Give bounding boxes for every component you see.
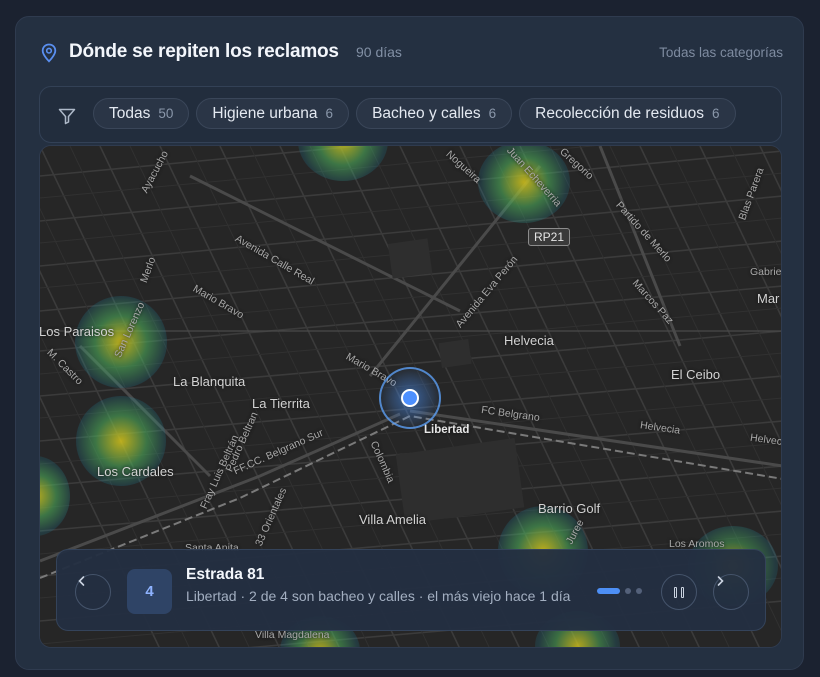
map-label: Los Cardales (97, 464, 174, 479)
pager-dot[interactable] (636, 588, 642, 594)
chip-label: Todas (109, 104, 151, 122)
chip-bacheo-y-calles[interactable]: Bacheo y calles 6 (356, 98, 513, 129)
complaint-count-badge: 4 (127, 569, 172, 614)
pause-button[interactable] (661, 574, 697, 610)
map-label: Villa Amelia (359, 512, 426, 527)
filter-bar: Todas 50 Higiene urbana 6 Bacheo y calle… (39, 86, 782, 143)
next-button[interactable] (713, 574, 749, 610)
chip-label: Recolección de residuos (535, 104, 705, 122)
previous-button[interactable] (75, 574, 111, 610)
map-label: El Ceibo (671, 367, 721, 382)
chip-count: 6 (325, 106, 334, 121)
heatmap-card: Dónde se repiten los reclamos 90 días To… (15, 16, 804, 670)
chip-todas[interactable]: Todas 50 (93, 98, 190, 129)
chip-count: 6 (712, 106, 720, 121)
chip-label: Bacheo y calles (372, 104, 481, 122)
chip-count: 6 (488, 106, 497, 121)
chip-higiene-urbana[interactable]: Higiene urbana 6 (196, 98, 350, 129)
hotspot-detail-panel: 4 Estrada 81 Libertad · 2 de 4 son bache… (56, 549, 766, 631)
card-title: Dónde se repiten los reclamos (69, 41, 339, 62)
chevron-right-icon (717, 576, 724, 586)
pager-dots (597, 588, 642, 594)
chip-count: 50 (158, 106, 174, 121)
map-label: Helvecia (504, 333, 554, 348)
card-header: Dónde se repiten los reclamos 90 días To… (40, 41, 783, 67)
selected-location-marker[interactable] (401, 389, 419, 407)
pager-dot[interactable] (625, 588, 631, 594)
pause-icon (674, 587, 677, 598)
chevron-left-icon (78, 576, 85, 586)
map-label: Gabrie (750, 266, 782, 278)
chip-label: Higiene urbana (212, 104, 318, 122)
map-label: La Tierrita (252, 396, 310, 411)
heatmap-map[interactable]: Ayacucho Nogueira Juan Echeverria Gregor… (39, 145, 782, 648)
chip-recoleccion-de-residuos[interactable]: Recolección de residuos 6 (519, 98, 736, 129)
road-route-badge: RP21 (528, 228, 571, 246)
map-label: Los Paraisos (39, 324, 115, 339)
filter-icon[interactable] (57, 106, 77, 126)
hotspot-title: Estrada 81 (186, 566, 265, 583)
filter-chips: Todas 50 Higiene urbana 6 Bacheo y calle… (93, 98, 736, 129)
pager-dot-active[interactable] (597, 588, 620, 594)
pause-icon-bar (681, 587, 684, 598)
map-label: Mar (757, 291, 780, 306)
location-pin-icon (41, 43, 57, 63)
hotspot-subtitle: Libertad · 2 de 4 son bacheo y calles · … (186, 588, 571, 604)
map-label: La Blanquita (173, 374, 246, 389)
map-label: Libertad (424, 424, 470, 436)
period-label: 90 días (356, 44, 402, 60)
map-label: Barrio Golf (538, 501, 601, 516)
all-categories-link[interactable]: Todas las categorías (659, 45, 783, 60)
